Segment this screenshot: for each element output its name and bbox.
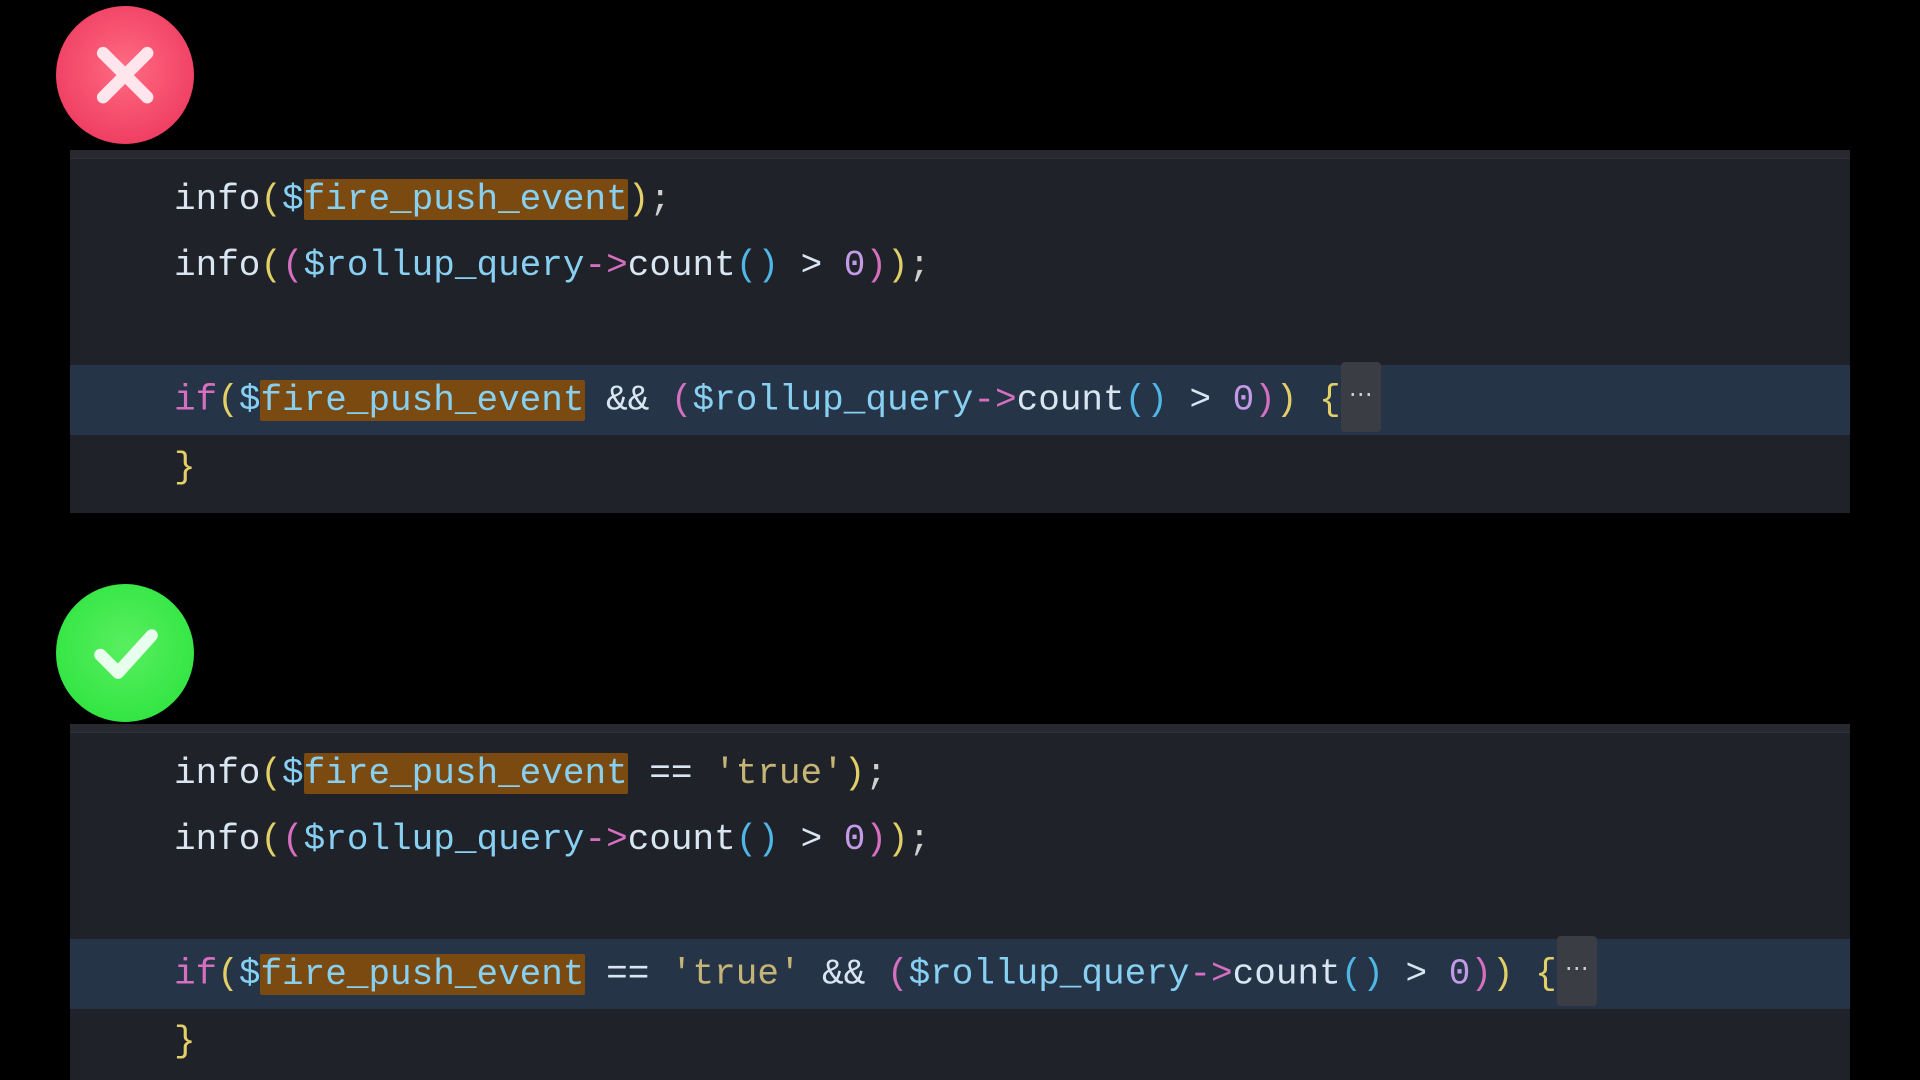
code-token: ): [757, 819, 779, 860]
code-token: 'true': [714, 753, 844, 794]
wrong-line-3: [70, 299, 1850, 365]
right-line-2: info(($rollup_query->count() > 0));: [70, 807, 1850, 873]
right-code-block: info($fire_push_event == 'true');info(($…: [70, 724, 1850, 1080]
code-token: (: [282, 819, 304, 860]
code-token: count: [1233, 954, 1341, 995]
code-token: if: [174, 954, 217, 995]
code-token: ): [1492, 954, 1514, 995]
code-token: (: [217, 954, 239, 995]
code-token: info: [174, 753, 260, 794]
code-token: (: [1125, 380, 1147, 421]
code-token: (: [260, 819, 282, 860]
cross-icon: [81, 31, 169, 119]
code-token: {: [1514, 954, 1557, 995]
code-token: count: [628, 245, 736, 286]
wrong-line-5: }: [70, 435, 1850, 501]
code-token: ): [887, 245, 909, 286]
wrong-code-area: info($fire_push_event);info(($rollup_que…: [70, 159, 1850, 513]
code-token: info: [174, 179, 260, 220]
code-token: $: [282, 179, 304, 220]
right-line-1: info($fire_push_event == 'true');: [70, 741, 1850, 807]
code-token: ;: [649, 179, 671, 220]
code-token: (: [671, 380, 693, 421]
wrong-code-block: info($fire_push_event);info(($rollup_que…: [70, 150, 1850, 513]
code-token: 'true': [671, 954, 801, 995]
code-token: }: [174, 1021, 196, 1062]
code-token: ): [1470, 954, 1492, 995]
code-token: ): [1362, 954, 1384, 995]
code-token: $rollup_query: [909, 954, 1190, 995]
wrong-badge: [56, 6, 194, 144]
code-token: if: [174, 380, 217, 421]
code-token: 0: [1233, 380, 1255, 421]
check-icon: [81, 609, 169, 697]
code-token: $: [239, 954, 261, 995]
comparison-figure: info($fire_push_event);info(($rollup_que…: [0, 0, 1920, 1080]
code-token: {: [1298, 380, 1341, 421]
code-token: ): [865, 819, 887, 860]
code-token: $rollup_query: [304, 245, 585, 286]
code-token: ;: [865, 753, 887, 794]
code-token: >: [1384, 954, 1449, 995]
right-line-5: }: [70, 1009, 1850, 1075]
code-token: (: [736, 245, 758, 286]
wrong-line-2: info(($rollup_query->count() > 0));: [70, 233, 1850, 299]
code-token: ->: [585, 245, 628, 286]
code-token: (: [736, 819, 758, 860]
code-token: 0: [844, 819, 866, 860]
wrong-line-1: info($fire_push_event);: [70, 167, 1850, 233]
code-token: 0: [844, 245, 866, 286]
code-token: ): [1254, 380, 1276, 421]
code-token: (: [260, 245, 282, 286]
code-token: ): [1276, 380, 1298, 421]
code-token: 0: [1449, 954, 1471, 995]
code-token: (: [282, 245, 304, 286]
right-line-3: [70, 873, 1850, 939]
code-token: info: [174, 819, 260, 860]
code-token: (: [887, 954, 909, 995]
code-token: ->: [585, 819, 628, 860]
code-token: ==: [628, 753, 714, 794]
code-token: >: [779, 819, 844, 860]
code-token: ): [887, 819, 909, 860]
wrong-line-4: if($fire_push_event && ($rollup_query->c…: [70, 365, 1850, 435]
right-code-area: info($fire_push_event == 'true');info(($…: [70, 733, 1850, 1080]
code-token: &&: [585, 380, 671, 421]
code-token: ->: [1189, 954, 1232, 995]
code-token: >: [779, 245, 844, 286]
editor-top-bar: [70, 150, 1850, 159]
code-token: ;: [909, 819, 931, 860]
right-badge: [56, 584, 194, 722]
code-token: }: [174, 447, 196, 488]
code-token: fire_push_event: [304, 179, 628, 220]
code-token: ): [757, 245, 779, 286]
code-token: fire_push_event: [304, 753, 628, 794]
right-line-4: if($fire_push_event == 'true' && ($rollu…: [70, 939, 1850, 1009]
code-token: count: [628, 819, 736, 860]
code-token: ;: [909, 245, 931, 286]
code-token: fire_push_event: [260, 954, 584, 995]
code-token: (: [260, 179, 282, 220]
code-token: info: [174, 245, 260, 286]
code-token: ): [1146, 380, 1168, 421]
code-token: ): [628, 179, 650, 220]
code-token: ): [844, 753, 866, 794]
code-token: $: [282, 753, 304, 794]
code-token: ): [865, 245, 887, 286]
code-token: >: [1168, 380, 1233, 421]
code-token: (: [260, 753, 282, 794]
code-token: ==: [585, 954, 671, 995]
code-fold-icon[interactable]: ⋯: [1341, 362, 1381, 432]
code-token: fire_push_event: [260, 380, 584, 421]
code-token: count: [1017, 380, 1125, 421]
code-token: (: [1341, 954, 1363, 995]
code-fold-icon[interactable]: ⋯: [1557, 936, 1597, 1006]
code-token: $rollup_query: [693, 380, 974, 421]
editor-top-bar: [70, 724, 1850, 733]
code-token: &&: [801, 954, 887, 995]
code-token: $: [239, 380, 261, 421]
code-token: ->: [973, 380, 1016, 421]
code-token: $rollup_query: [304, 819, 585, 860]
code-token: (: [217, 380, 239, 421]
